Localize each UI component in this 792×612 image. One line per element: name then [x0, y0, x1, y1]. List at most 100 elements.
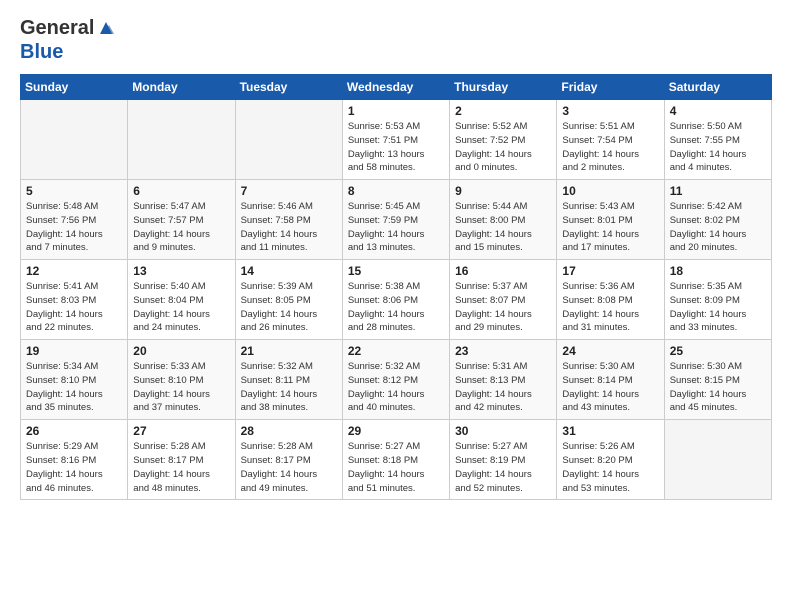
calendar-cell: 20 Sunrise: 5:33 AM Sunset: 8:10 PM Dayli… [128, 340, 235, 420]
day-info: Sunrise: 5:28 AM Sunset: 8:17 PM Dayligh… [133, 440, 229, 495]
day-info: Sunrise: 5:36 AM Sunset: 8:08 PM Dayligh… [562, 280, 658, 335]
calendar-week-row: 5 Sunrise: 5:48 AM Sunset: 7:56 PM Daylig… [21, 180, 772, 260]
day-info: Sunrise: 5:48 AM Sunset: 7:56 PM Dayligh… [26, 200, 122, 255]
calendar-cell: 21Sunrise: 5:32 AM Sunset: 8:11 PM Dayli… [235, 340, 342, 420]
calendar-cell: 13Sunrise: 5:40 AM Sunset: 8:04 PM Dayli… [128, 260, 235, 340]
day-number: 9 [455, 184, 551, 198]
day-number: 10 [562, 184, 658, 198]
calendar-cell [664, 420, 771, 500]
calendar-header-cell: Sunday [21, 75, 128, 100]
calendar-cell: 5 Sunrise: 5:48 AM Sunset: 7:56 PM Daylig… [21, 180, 128, 260]
day-number: 22 [348, 344, 444, 358]
day-info: Sunrise: 5:50 AM Sunset: 7:55 PM Dayligh… [670, 120, 766, 175]
calendar-cell: 10 Sunrise: 5:43 AM Sunset: 8:01 PM Dayli… [557, 180, 664, 260]
logo-general-text: General [20, 16, 94, 40]
calendar-header-cell: Thursday [450, 75, 557, 100]
page: General Blue SundayMondayTuesdayWednesda… [0, 0, 792, 612]
calendar-week-row: 12 Sunrise: 5:41 AM Sunset: 8:03 PM Dayli… [21, 260, 772, 340]
day-number: 16 [455, 264, 551, 278]
day-info: Sunrise: 5:39 AM Sunset: 8:05 PM Dayligh… [241, 280, 337, 335]
calendar-cell: 3Sunrise: 5:51 AM Sunset: 7:54 PM Daylig… [557, 100, 664, 180]
day-number: 6 [133, 184, 229, 198]
calendar-table: SundayMondayTuesdayWednesdayThursdayFrid… [20, 74, 772, 500]
day-info: Sunrise: 5:35 AM Sunset: 8:09 PM Dayligh… [670, 280, 766, 335]
day-info: Sunrise: 5:29 AM Sunset: 8:16 PM Dayligh… [26, 440, 122, 495]
calendar-cell: 9 Sunrise: 5:44 AM Sunset: 8:00 PM Daylig… [450, 180, 557, 260]
day-info: Sunrise: 5:37 AM Sunset: 8:07 PM Dayligh… [455, 280, 551, 335]
day-info: Sunrise: 5:53 AM Sunset: 7:51 PM Dayligh… [348, 120, 444, 175]
calendar-cell: 27 Sunrise: 5:28 AM Sunset: 8:17 PM Dayli… [128, 420, 235, 500]
day-info: Sunrise: 5:43 AM Sunset: 8:01 PM Dayligh… [562, 200, 658, 255]
calendar-cell: 6 Sunrise: 5:47 AM Sunset: 7:57 PM Daylig… [128, 180, 235, 260]
calendar-cell: 4 Sunrise: 5:50 AM Sunset: 7:55 PM Daylig… [664, 100, 771, 180]
day-info: Sunrise: 5:51 AM Sunset: 7:54 PM Dayligh… [562, 120, 658, 175]
day-number: 8 [348, 184, 444, 198]
day-info: Sunrise: 5:30 AM Sunset: 8:15 PM Dayligh… [670, 360, 766, 415]
calendar-cell: 2 Sunrise: 5:52 AM Sunset: 7:52 PM Daylig… [450, 100, 557, 180]
calendar-header-row: SundayMondayTuesdayWednesdayThursdayFrid… [21, 75, 772, 100]
calendar-cell: 19Sunrise: 5:34 AM Sunset: 8:10 PM Dayli… [21, 340, 128, 420]
day-info: Sunrise: 5:32 AM Sunset: 8:12 PM Dayligh… [348, 360, 444, 415]
day-number: 12 [26, 264, 122, 278]
day-info: Sunrise: 5:47 AM Sunset: 7:57 PM Dayligh… [133, 200, 229, 255]
day-number: 18 [670, 264, 766, 278]
calendar-cell: 26Sunrise: 5:29 AM Sunset: 8:16 PM Dayli… [21, 420, 128, 500]
calendar-header-cell: Monday [128, 75, 235, 100]
day-number: 27 [133, 424, 229, 438]
calendar-cell: 30Sunrise: 5:27 AM Sunset: 8:19 PM Dayli… [450, 420, 557, 500]
calendar-week-row: 19Sunrise: 5:34 AM Sunset: 8:10 PM Dayli… [21, 340, 772, 420]
calendar-cell: 22 Sunrise: 5:32 AM Sunset: 8:12 PM Dayli… [342, 340, 449, 420]
calendar-header-cell: Friday [557, 75, 664, 100]
day-number: 15 [348, 264, 444, 278]
day-number: 31 [562, 424, 658, 438]
calendar-cell: 23Sunrise: 5:31 AM Sunset: 8:13 PM Dayli… [450, 340, 557, 420]
day-info: Sunrise: 5:34 AM Sunset: 8:10 PM Dayligh… [26, 360, 122, 415]
day-number: 5 [26, 184, 122, 198]
calendar-cell: 15Sunrise: 5:38 AM Sunset: 8:06 PM Dayli… [342, 260, 449, 340]
calendar-body: 1 Sunrise: 5:53 AM Sunset: 7:51 PM Daylig… [21, 100, 772, 500]
calendar-cell [128, 100, 235, 180]
calendar-cell: 12 Sunrise: 5:41 AM Sunset: 8:03 PM Dayli… [21, 260, 128, 340]
calendar-cell: 24 Sunrise: 5:30 AM Sunset: 8:14 PM Dayli… [557, 340, 664, 420]
day-number: 1 [348, 104, 444, 118]
calendar-cell: 25Sunrise: 5:30 AM Sunset: 8:15 PM Dayli… [664, 340, 771, 420]
day-number: 24 [562, 344, 658, 358]
day-info: Sunrise: 5:45 AM Sunset: 7:59 PM Dayligh… [348, 200, 444, 255]
day-number: 29 [348, 424, 444, 438]
calendar-cell: 1 Sunrise: 5:53 AM Sunset: 7:51 PM Daylig… [342, 100, 449, 180]
calendar-week-row: 26Sunrise: 5:29 AM Sunset: 8:16 PM Dayli… [21, 420, 772, 500]
day-number: 28 [241, 424, 337, 438]
calendar-header-cell: Tuesday [235, 75, 342, 100]
day-info: Sunrise: 5:27 AM Sunset: 8:19 PM Dayligh… [455, 440, 551, 495]
day-info: Sunrise: 5:41 AM Sunset: 8:03 PM Dayligh… [26, 280, 122, 335]
calendar-cell: 31 Sunrise: 5:26 AM Sunset: 8:20 PM Dayli… [557, 420, 664, 500]
day-info: Sunrise: 5:33 AM Sunset: 8:10 PM Dayligh… [133, 360, 229, 415]
day-info: Sunrise: 5:52 AM Sunset: 7:52 PM Dayligh… [455, 120, 551, 175]
day-number: 17 [562, 264, 658, 278]
day-info: Sunrise: 5:46 AM Sunset: 7:58 PM Dayligh… [241, 200, 337, 255]
calendar-header-cell: Wednesday [342, 75, 449, 100]
calendar-cell: 14Sunrise: 5:39 AM Sunset: 8:05 PM Dayli… [235, 260, 342, 340]
day-number: 20 [133, 344, 229, 358]
day-info: Sunrise: 5:42 AM Sunset: 8:02 PM Dayligh… [670, 200, 766, 255]
calendar-cell: 16 Sunrise: 5:37 AM Sunset: 8:07 PM Dayli… [450, 260, 557, 340]
day-number: 7 [241, 184, 337, 198]
day-info: Sunrise: 5:30 AM Sunset: 8:14 PM Dayligh… [562, 360, 658, 415]
day-number: 4 [670, 104, 766, 118]
day-info: Sunrise: 5:44 AM Sunset: 8:00 PM Dayligh… [455, 200, 551, 255]
day-number: 2 [455, 104, 551, 118]
day-info: Sunrise: 5:26 AM Sunset: 8:20 PM Dayligh… [562, 440, 658, 495]
logo: General Blue [20, 16, 116, 64]
day-info: Sunrise: 5:28 AM Sunset: 8:17 PM Dayligh… [241, 440, 337, 495]
calendar-cell: 11Sunrise: 5:42 AM Sunset: 8:02 PM Dayli… [664, 180, 771, 260]
calendar-cell: 29 Sunrise: 5:27 AM Sunset: 8:18 PM Dayli… [342, 420, 449, 500]
header: General Blue [20, 16, 772, 64]
calendar-cell: 8 Sunrise: 5:45 AM Sunset: 7:59 PM Daylig… [342, 180, 449, 260]
calendar-cell [235, 100, 342, 180]
calendar-cell: 18 Sunrise: 5:35 AM Sunset: 8:09 PM Dayli… [664, 260, 771, 340]
day-number: 13 [133, 264, 229, 278]
calendar-cell: 28 Sunrise: 5:28 AM Sunset: 8:17 PM Dayli… [235, 420, 342, 500]
day-info: Sunrise: 5:27 AM Sunset: 8:18 PM Dayligh… [348, 440, 444, 495]
day-number: 21 [241, 344, 337, 358]
logo-blue-text: Blue [20, 40, 63, 64]
